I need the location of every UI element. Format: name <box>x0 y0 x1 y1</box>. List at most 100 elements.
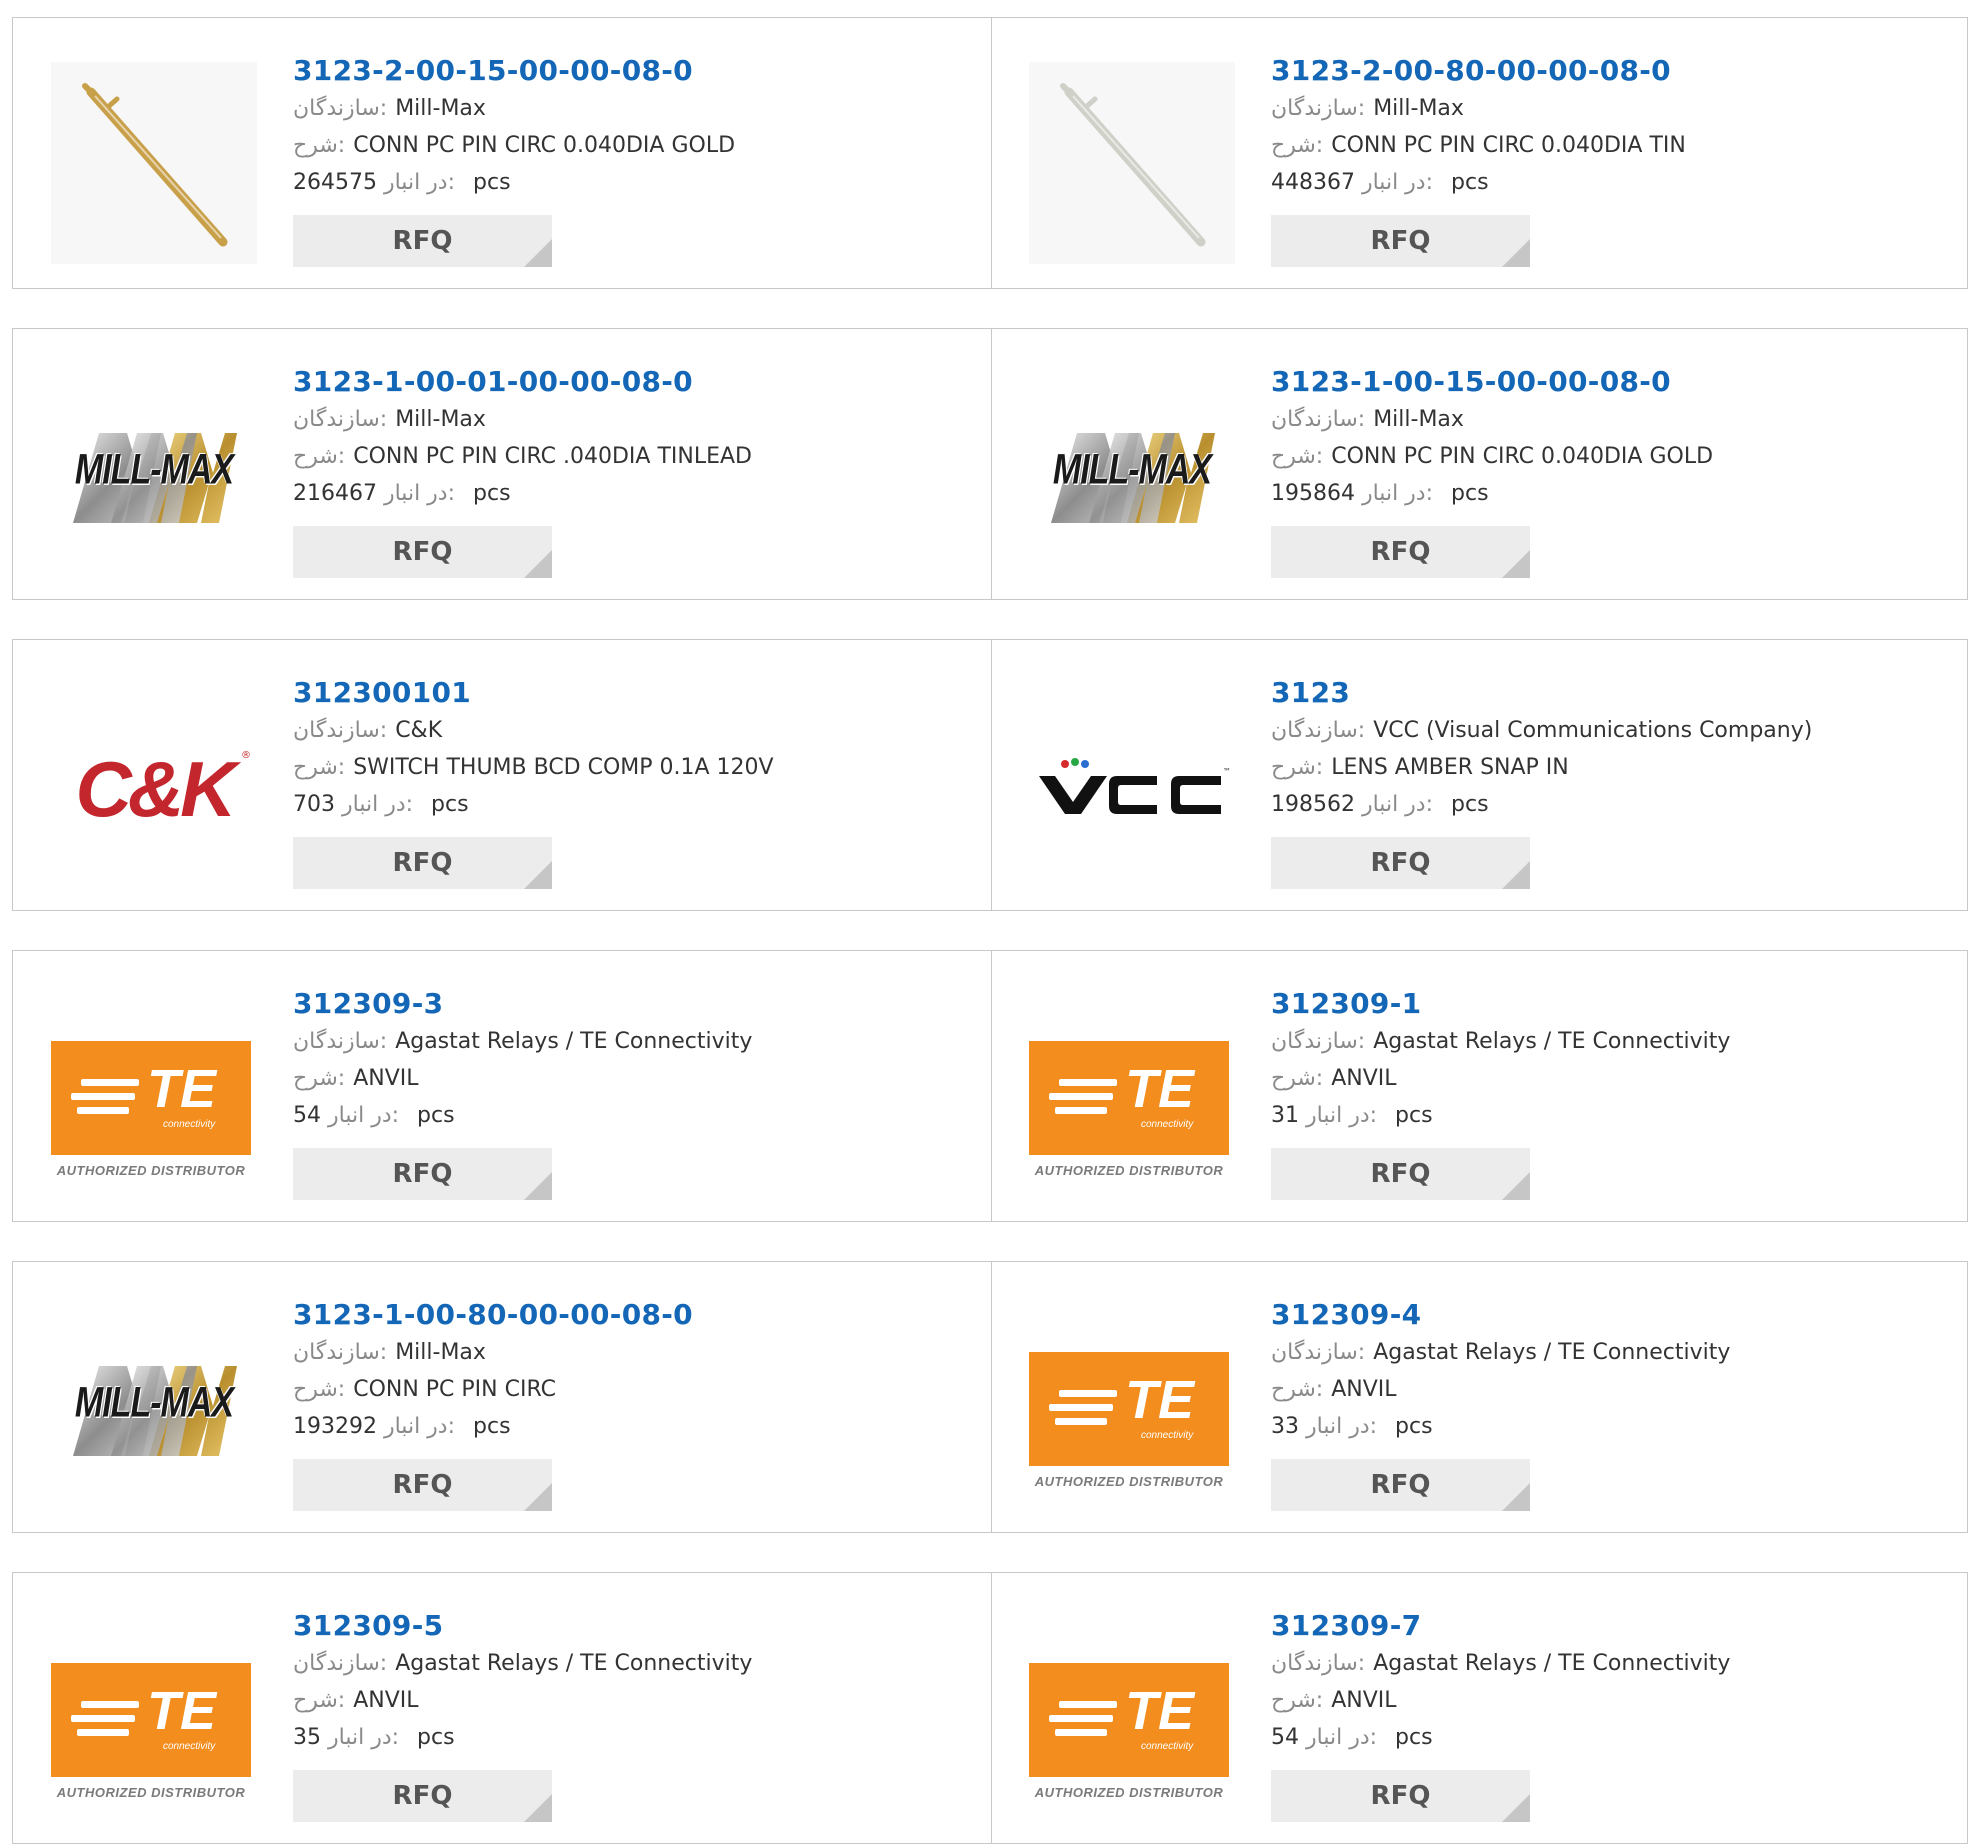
description-value: CONN PC PIN CIRC 0.040DIA TIN <box>1331 133 1686 158</box>
rfq-button[interactable]: RFQ <box>293 1459 552 1511</box>
ck-wordmark: C&K <box>75 745 237 833</box>
part-number-link[interactable]: 3123-1-00-15-00-00-08-0 <box>1271 363 1951 401</box>
mill-max-logo[interactable]: MILL-MAX <box>51 1306 257 1508</box>
stock-unit: pcs <box>417 1725 455 1750</box>
rfq-corner-icon <box>524 1172 552 1200</box>
stock-unit: pcs <box>1451 792 1489 817</box>
rfq-label: RFQ <box>392 537 453 567</box>
description-line: شرح: ANVIL <box>1271 1371 1951 1408</box>
rfq-button[interactable]: RFQ <box>293 837 552 889</box>
rfq-label: RFQ <box>392 848 453 878</box>
part-number-link[interactable]: 312309-4 <box>1271 1296 1951 1334</box>
part-number-link[interactable]: 3123-1-00-80-00-00-08-0 <box>293 1296 973 1334</box>
stock-line: 35 در انبار: pcs <box>293 1719 973 1756</box>
product-card: MILL-MAX 3123-1-00-80-00-00-08-0 سازندگان… <box>13 1262 992 1532</box>
product-card: C&K ® 312300101 سازندگان: C&K شرح: SWITCH TH… <box>13 640 992 910</box>
rfq-corner-icon <box>1502 1483 1530 1511</box>
manufacturer-line: سازندگان: Mill-Max <box>1271 401 1951 438</box>
authorized-distributor-text: AUTHORIZED DISTRIBUTOR <box>1034 1163 1224 1178</box>
stock-value: 33 <box>1271 1414 1299 1439</box>
mill-max-logo[interactable]: MILL-MAX <box>51 373 257 575</box>
part-number-link[interactable]: 312309-1 <box>1271 985 1951 1023</box>
rfq-button[interactable]: RFQ <box>1271 837 1530 889</box>
rfq-button[interactable]: RFQ <box>1271 1770 1530 1822</box>
manufacturer-label: سازندگان: <box>293 1029 388 1054</box>
authorized-distributor-text: AUTHORIZED DISTRIBUTOR <box>56 1785 246 1800</box>
description-label: شرح: <box>1271 444 1324 469</box>
stock-label: در انبار: <box>1361 170 1434 195</box>
product-info: 312309-5 سازندگان: Agastat Relays / TE Con… <box>293 1607 973 1822</box>
te-logo[interactable]: TE connectivity AUTHORIZED DISTRIBUTOR <box>51 1617 257 1819</box>
rfq-button[interactable]: RFQ <box>293 1770 552 1822</box>
part-number-link[interactable]: 312309-3 <box>293 985 973 1023</box>
stock-line: 193292 در انبار: pcs <box>293 1408 973 1445</box>
ck-logo[interactable]: C&K ® <box>51 684 257 886</box>
rfq-label: RFQ <box>1370 537 1431 567</box>
stock-line: 198562 در انبار: pcs <box>1271 786 1951 823</box>
part-number-link[interactable]: 3123-1-00-01-00-00-08-0 <box>293 363 973 401</box>
manufacturer-line: سازندگان: Agastat Relays / TE Connectivit… <box>293 1023 973 1060</box>
part-number-link[interactable]: 312309-7 <box>1271 1607 1951 1645</box>
part-number-link[interactable]: 312300101 <box>293 674 973 712</box>
vcc-logo[interactable]: ™ <box>1029 684 1235 886</box>
te-logo[interactable]: TE connectivity AUTHORIZED DISTRIBUTOR <box>1029 1617 1235 1819</box>
te-logo[interactable]: TE connectivity AUTHORIZED DISTRIBUTOR <box>1029 995 1235 1197</box>
gold-pin-image[interactable] <box>51 62 257 264</box>
mill-max-wordmark: MILL-MAX <box>74 446 234 494</box>
description-line: شرح: CONN PC PIN CIRC 0.040DIA GOLD <box>1271 438 1951 475</box>
rfq-corner-icon <box>524 550 552 578</box>
te-logo[interactable]: TE connectivity AUTHORIZED DISTRIBUTOR <box>1029 1306 1235 1508</box>
rfq-corner-icon <box>524 239 552 267</box>
description-value: SWITCH THUMB BCD COMP 0.1A 120V <box>353 755 774 780</box>
product-info: 312309-3 سازندگان: Agastat Relays / TE Con… <box>293 985 973 1200</box>
stock-line: 703 در انبار: pcs <box>293 786 973 823</box>
te-logo[interactable]: TE connectivity AUTHORIZED DISTRIBUTOR <box>51 995 257 1197</box>
description-label: شرح: <box>1271 133 1324 158</box>
description-value: LENS AMBER SNAP IN <box>1331 755 1569 780</box>
rfq-corner-icon <box>524 861 552 889</box>
part-number-link[interactable]: 312309-5 <box>293 1607 973 1645</box>
description-line: شرح: ANVIL <box>293 1682 973 1719</box>
silver-pin-image[interactable] <box>1029 62 1235 264</box>
product-row: 3123-2-00-15-00-00-08-0 سازندگان: Mill-Max… <box>12 17 1968 289</box>
rfq-label: RFQ <box>1370 226 1431 256</box>
rfq-corner-icon <box>524 1794 552 1822</box>
description-line: شرح: CONN PC PIN CIRC <box>293 1371 973 1408</box>
stock-value: 448367 <box>1271 170 1355 195</box>
te-wordmark: TE <box>1125 1370 1195 1430</box>
stock-label: در انبار: <box>328 1103 400 1128</box>
manufacturer-label: سازندگان: <box>1271 1651 1366 1676</box>
stock-value: 703 <box>293 792 335 817</box>
manufacturer-label: سازندگان: <box>293 1651 388 1676</box>
manufacturer-label: سازندگان: <box>1271 718 1366 743</box>
stock-value: 216467 <box>293 481 377 506</box>
part-number-link[interactable]: 3123-2-00-15-00-00-08-0 <box>293 52 973 90</box>
te-wordmark: TE <box>147 1059 217 1119</box>
description-line: شرح: ANVIL <box>1271 1682 1951 1719</box>
manufacturer-value: Agastat Relays / TE Connectivity <box>395 1651 753 1676</box>
part-number-link[interactable]: 3123 <box>1271 674 1951 712</box>
description-line: شرح: ANVIL <box>293 1060 973 1097</box>
te-wordmark: TE <box>147 1681 217 1741</box>
mill-max-logo[interactable]: MILL-MAX <box>1029 373 1235 575</box>
rfq-button[interactable]: RFQ <box>293 1148 552 1200</box>
rfq-button[interactable]: RFQ <box>1271 1148 1530 1200</box>
rfq-button[interactable]: RFQ <box>293 526 552 578</box>
rfq-button[interactable]: RFQ <box>293 215 552 267</box>
authorized-distributor-text: AUTHORIZED DISTRIBUTOR <box>1034 1785 1224 1800</box>
rfq-button[interactable]: RFQ <box>1271 526 1530 578</box>
authorized-distributor-text: AUTHORIZED DISTRIBUTOR <box>1034 1474 1224 1489</box>
stock-unit: pcs <box>1395 1725 1433 1750</box>
stock-value: 198562 <box>1271 792 1355 817</box>
product-card: 3123-2-00-15-00-00-08-0 سازندگان: Mill-Max… <box>13 18 992 288</box>
product-row: C&K ® 312300101 سازندگان: C&K شرح: SWITCH TH… <box>12 639 1968 911</box>
description-value: CONN PC PIN CIRC .040DIA TINLEAD <box>353 444 752 469</box>
description-value: ANVIL <box>1331 1066 1397 1091</box>
stock-line: 195864 در انبار: pcs <box>1271 475 1951 512</box>
product-info: 3123-1-00-15-00-00-08-0 سازندگان: Mill-Max… <box>1271 363 1951 578</box>
description-label: شرح: <box>1271 1688 1324 1713</box>
product-card: 3123-2-00-80-00-00-08-0 سازندگان: Mill-Max… <box>991 18 1968 288</box>
rfq-button[interactable]: RFQ <box>1271 1459 1530 1511</box>
rfq-button[interactable]: RFQ <box>1271 215 1530 267</box>
part-number-link[interactable]: 3123-2-00-80-00-00-08-0 <box>1271 52 1951 90</box>
